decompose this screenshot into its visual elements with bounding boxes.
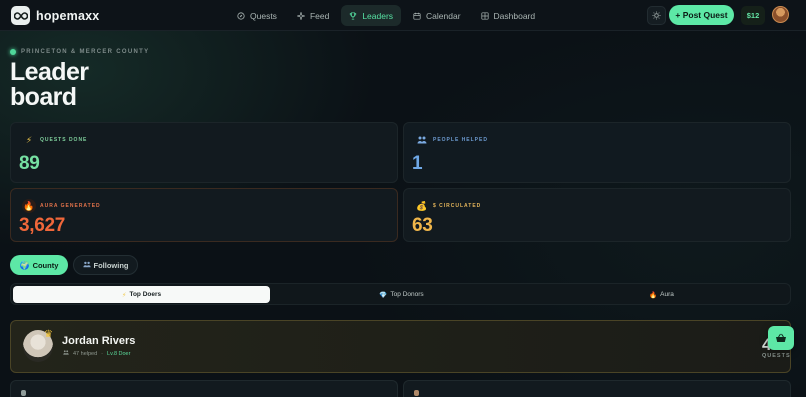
basket-icon bbox=[776, 333, 786, 342]
page-title: Leader board bbox=[10, 58, 89, 111]
balance-badge[interactable]: $12 bbox=[741, 6, 765, 25]
nav-links: Quests Feed Leaders Calendar Dashboard bbox=[229, 5, 543, 26]
tab-top-donors-label: Top Donors bbox=[390, 291, 424, 298]
sun-icon bbox=[652, 11, 661, 20]
stat-aura-generated: 🔥 AURA GENERATED 3,627 bbox=[10, 188, 398, 242]
stat-people-helped: PEOPLE HELPED 1 bbox=[403, 122, 791, 183]
leader-card-first[interactable]: ♛ Jordan Rivers 47 helped · Lv.8 Doer 4 … bbox=[10, 320, 791, 373]
stat-value: 63 bbox=[412, 215, 433, 236]
region-label: PRINCETON & MERCER COUNTY bbox=[10, 49, 149, 55]
theme-toggle-button[interactable] bbox=[647, 6, 666, 25]
leader-meta: 47 helped · Lv.8 Doer bbox=[63, 350, 130, 357]
sparkle-icon bbox=[296, 11, 305, 20]
people-icon bbox=[82, 261, 91, 270]
stat-value: 89 bbox=[19, 153, 40, 174]
flame-icon: 🔥 bbox=[22, 199, 36, 213]
nav-calendar[interactable]: Calendar bbox=[405, 5, 469, 26]
nav-dashboard[interactable]: Dashboard bbox=[473, 5, 544, 26]
avatar bbox=[414, 390, 419, 396]
stat-money-circulated: 💰 $ CIRCULATED 63 bbox=[403, 188, 791, 242]
lightning-icon: ⚡ bbox=[25, 134, 33, 145]
nav-quests-label: Quests bbox=[250, 10, 277, 21]
money-bag-icon: 💰 bbox=[416, 200, 428, 211]
leader-level: Lv.8 Doer bbox=[107, 350, 131, 357]
calendar-icon bbox=[413, 12, 421, 20]
infinity-logo-icon bbox=[11, 6, 30, 25]
crown-icon: ♛ bbox=[44, 329, 53, 340]
location-dot-icon bbox=[10, 49, 16, 55]
following-toggle-label: Following bbox=[93, 260, 129, 270]
stat-label: AURA GENERATED bbox=[40, 203, 101, 209]
flame-icon: 🔥 bbox=[649, 291, 658, 299]
stat-quests-done: ⚡ QUESTS DONE 89 bbox=[10, 122, 398, 183]
stat-value: 1 bbox=[412, 153, 423, 174]
brand-name: hopemaxx bbox=[36, 8, 100, 23]
region-text: PRINCETON & MERCER COUNTY bbox=[21, 49, 150, 55]
leader-helped: 47 helped bbox=[73, 350, 98, 357]
stat-label: PEOPLE HELPED bbox=[433, 137, 488, 143]
gem-icon: 💎 bbox=[379, 291, 388, 299]
avatar bbox=[21, 390, 26, 396]
lightning-icon: ⚡ bbox=[121, 291, 127, 299]
leader-name: Jordan Rivers bbox=[62, 335, 136, 347]
compass-icon bbox=[237, 11, 245, 20]
tab-aura[interactable]: 🔥 Aura bbox=[533, 286, 790, 303]
nav-leaders[interactable]: Leaders bbox=[341, 5, 402, 26]
brand-logo[interactable]: hopemaxx bbox=[11, 6, 99, 25]
post-quest-button[interactable]: + Post Quest bbox=[669, 5, 734, 25]
user-avatar[interactable] bbox=[772, 6, 789, 23]
floating-action-button[interactable] bbox=[768, 326, 794, 350]
following-toggle[interactable]: Following bbox=[73, 255, 138, 275]
nav-feed-label: Feed bbox=[309, 10, 330, 21]
leader-card-third[interactable] bbox=[403, 380, 791, 397]
separator-dot: · bbox=[101, 350, 104, 357]
trophy-icon bbox=[350, 11, 357, 20]
leader-card-second[interactable] bbox=[10, 380, 398, 397]
people-icon bbox=[415, 133, 429, 147]
stat-value: 3,627 bbox=[19, 215, 66, 236]
county-toggle[interactable]: 🌍 County bbox=[10, 255, 68, 275]
nav-feed[interactable]: Feed bbox=[289, 5, 337, 26]
nav-quests[interactable]: Quests bbox=[229, 5, 285, 26]
tab-top-donors[interactable]: 💎 Top Donors bbox=[273, 286, 530, 303]
grid-icon bbox=[480, 11, 489, 20]
leaderboard-tabs: ⚡ Top Doers 💎 Top Donors 🔥 Aura bbox=[10, 283, 791, 305]
nav-dashboard-label: Dashboard bbox=[493, 10, 536, 21]
leader-quest-unit: QUESTS bbox=[762, 353, 791, 359]
nav-calendar-label: Calendar bbox=[426, 10, 461, 21]
county-toggle-label: County bbox=[32, 260, 59, 270]
tab-aura-label: Aura bbox=[660, 291, 674, 298]
top-nav: hopemaxx Quests Feed Leaders Calendar Da… bbox=[0, 0, 806, 31]
stat-label: $ CIRCULATED bbox=[433, 203, 482, 209]
tab-top-doers-label: Top Doers bbox=[129, 291, 162, 298]
stat-label: QUESTS DONE bbox=[40, 137, 88, 143]
tab-top-doers[interactable]: ⚡ Top Doers bbox=[13, 286, 270, 303]
globe-icon: 🌍 bbox=[19, 260, 30, 270]
people-icon bbox=[63, 350, 69, 357]
nav-leaders-label: Leaders bbox=[362, 10, 394, 21]
